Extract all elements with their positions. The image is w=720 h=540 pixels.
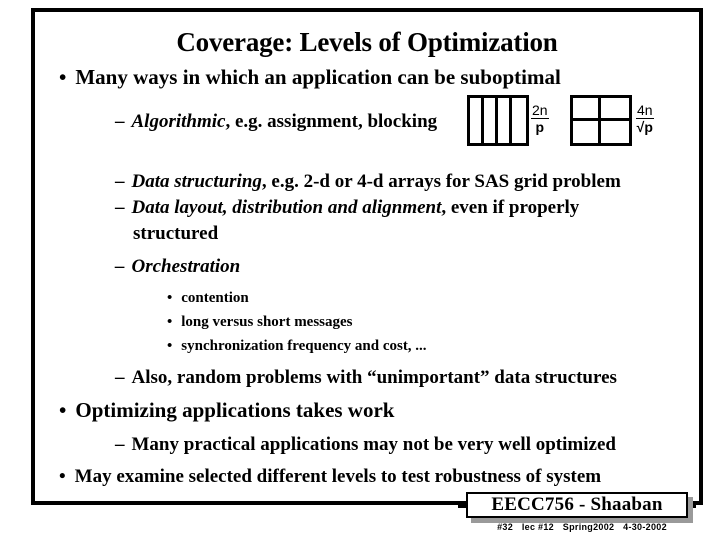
- bullet-algorithmic-rest: , e.g. assignment, blocking: [225, 111, 438, 132]
- slide-number: #32: [497, 522, 514, 532]
- bullet-contention: contention: [167, 290, 249, 307]
- bullet-also-random-problems: Also, random problems with “unimportant”…: [115, 367, 617, 389]
- fraction-numerator: 2n: [531, 102, 549, 119]
- bullet-data-layout: Data layout, distribution and alignment,…: [115, 197, 580, 219]
- bullet-data-layout-emphasis: Data layout, distribution and alignment: [131, 197, 442, 218]
- block-column-partition-grid-icon: [467, 95, 529, 146]
- bullet-orchestration: Orchestration: [115, 256, 241, 278]
- grid-cell: [601, 98, 629, 121]
- fraction-denominator: √p: [636, 119, 653, 135]
- grid-cell: [573, 120, 601, 143]
- bullet-data-layout-rest: , even if properly: [441, 197, 580, 218]
- course-badge: EECC756 - Shaaban: [466, 492, 688, 518]
- bullet-long-versus-short-messages: long versus short messages: [167, 314, 352, 331]
- bullet-data-structuring-emphasis: Data structuring: [131, 171, 262, 192]
- fraction-numerator: 4n: [636, 102, 654, 119]
- block-quadrant-partition-grid-icon: [570, 95, 632, 146]
- grid-cell: [470, 98, 484, 143]
- term-label: Spring2002: [562, 522, 615, 532]
- bullet-data-structuring: Data structuring, e.g. 2-d or 4-d arrays…: [115, 171, 621, 193]
- grid-cell: [573, 98, 601, 121]
- bullet-algorithmic-emphasis: Algorithmic: [131, 111, 226, 132]
- footer-metadata: #32 lec #12 Spring2002 4-30-2002: [466, 522, 698, 532]
- bullet-synchronization-frequency: synchronization frequency and cost, ...: [167, 338, 426, 355]
- fraction-4n-over-sqrt-p: 4n √p: [636, 103, 654, 134]
- bullet-data-structuring-rest: , e.g. 2-d or 4-d arrays for SAS grid pr…: [261, 171, 621, 192]
- bullet-many-ways: Many ways in which an application can be…: [59, 65, 560, 89]
- footer-badge-container: EECC756 - Shaaban: [458, 492, 696, 523]
- bullet-many-practical-applications: Many practical applications may not be v…: [115, 434, 616, 456]
- bullet-may-examine-levels: May examine selected different levels to…: [59, 466, 601, 488]
- slide-frame: Coverage: Levels of Optimization Many wa…: [31, 8, 703, 505]
- bullet-data-layout-continuation: structured: [133, 223, 219, 244]
- bullet-algorithmic: Algorithmic, e.g. assignment, blocking: [115, 111, 438, 133]
- grid-cell: [498, 98, 512, 143]
- bullet-optimizing-applications: Optimizing applications takes work: [59, 398, 394, 422]
- fraction-2n-over-p: 2n p: [531, 103, 549, 134]
- page-title: Coverage: Levels of Optimization: [176, 27, 558, 57]
- lecture-number: lec #12: [521, 522, 554, 532]
- grid-cell: [512, 98, 526, 143]
- date-label: 4-30-2002: [623, 522, 667, 532]
- fraction-denominator: p: [535, 119, 545, 135]
- grid-cell: [601, 121, 629, 144]
- grid-cell: [484, 98, 498, 143]
